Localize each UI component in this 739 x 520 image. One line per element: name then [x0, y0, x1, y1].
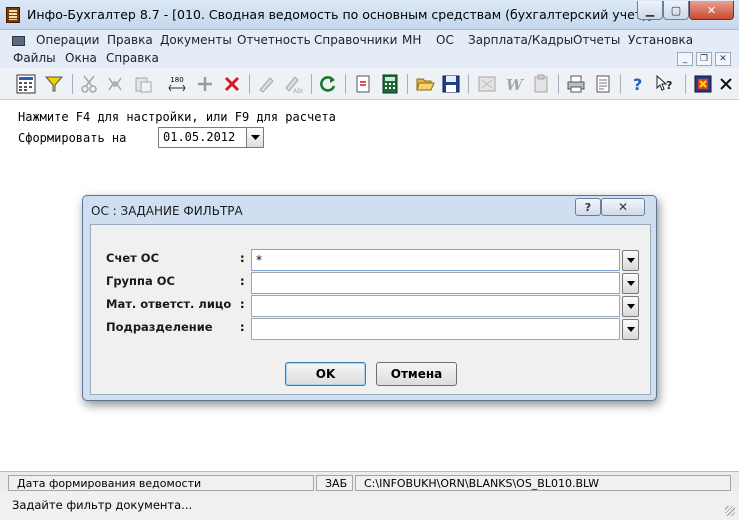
dialog-title: ОС : ЗАДАНИЕ ФИЛЬТРА	[91, 204, 243, 218]
menu-bar: Операции Правка Документы Отчетность Спр…	[0, 30, 739, 50]
folder-open-icon[interactable]	[414, 73, 436, 95]
menu-documents[interactable]: Документы	[160, 33, 232, 47]
dialog-help-button[interactable]: ?	[575, 198, 601, 216]
app-icon[interactable]	[6, 7, 20, 23]
minimize-button[interactable]: ▁	[637, 1, 663, 20]
close-button[interactable]: ✕	[689, 1, 734, 20]
field-colon: :	[240, 274, 245, 288]
cut-icon[interactable]	[78, 73, 100, 95]
menu-references[interactable]: Справочники	[314, 33, 397, 47]
toolbar-separator	[249, 74, 250, 94]
exit-icon[interactable]	[692, 73, 714, 95]
menu-payroll[interactable]: Зарплата/Кадры	[468, 33, 573, 47]
dialog-close-button[interactable]: ✕	[601, 198, 645, 216]
paste-icon[interactable]	[132, 73, 154, 95]
menu-edit[interactable]: Правка	[107, 33, 153, 47]
field-label-group: Группа ОС	[106, 274, 175, 288]
status-mode: ЗАБ	[316, 475, 353, 491]
menu-files[interactable]: Файлы	[13, 51, 56, 65]
field-label-account: Счет ОС	[106, 251, 160, 265]
mdi-close-button[interactable]: ✕	[715, 52, 731, 66]
doc-icon[interactable]	[12, 36, 25, 46]
account-dropdown-button[interactable]	[622, 250, 639, 271]
toolbar-separator	[620, 74, 621, 94]
toolbar-separator	[407, 74, 408, 94]
menu-reporting[interactable]: Отчетность	[237, 33, 311, 47]
dialog-body: Счет ОС : * Группа ОС : Мат. ответст. ли…	[90, 224, 651, 395]
hint-text: Задайте фильтр документа...	[12, 498, 193, 512]
field-label-department: Подразделение	[106, 320, 213, 334]
hint-bar: Задайте фильтр документа...	[0, 491, 739, 520]
svg-text:?: ?	[633, 75, 642, 94]
hint-line: Нажмите F4 для настройки, или F9 для рас…	[18, 110, 336, 124]
print-icon[interactable]	[565, 73, 587, 95]
status-bar: Дата формирования ведомости ЗАБ C:\INFOB…	[0, 471, 739, 491]
filter-icon[interactable]	[43, 73, 65, 95]
add-icon[interactable]	[194, 73, 216, 95]
date-value[interactable]: 01.05.2012	[163, 130, 235, 144]
cancel-button[interactable]: Отмена	[376, 362, 457, 386]
toolbar-separator	[345, 74, 346, 94]
clipboard-icon[interactable]	[530, 73, 552, 95]
field-colon: :	[240, 297, 245, 311]
preview-icon[interactable]	[592, 73, 614, 95]
save-icon[interactable]	[440, 73, 462, 95]
date-label: Сформировать на	[18, 131, 127, 145]
department-dropdown-button[interactable]	[622, 319, 639, 340]
delete-icon[interactable]	[221, 73, 243, 95]
window-title: Инфо-Бухгалтер 8.7 - [010. Сводная ведом…	[27, 7, 652, 22]
pen-abc-icon[interactable]: ABC	[282, 73, 304, 95]
toolbar-separator	[311, 74, 312, 94]
responsible-input[interactable]	[251, 295, 620, 317]
responsible-dropdown-button[interactable]	[622, 296, 639, 317]
mdi-restore-button[interactable]: ❐	[696, 52, 712, 66]
resize-grip-icon[interactable]	[725, 506, 735, 516]
w-icon[interactable]: W	[503, 73, 525, 95]
group-input[interactable]	[251, 272, 620, 294]
whats-this-icon[interactable]: ?	[654, 73, 676, 95]
svg-text:W: W	[506, 76, 524, 94]
date-field[interactable]: 01.05.2012	[158, 127, 264, 148]
menu-help[interactable]: Справка	[106, 51, 159, 65]
toolbar-separator	[558, 74, 559, 94]
toolbar-separator	[468, 74, 469, 94]
refresh-icon[interactable]	[317, 73, 339, 95]
title-bar: Инфо-Бухгалтер 8.7 - [010. Сводная ведом…	[0, 0, 739, 30]
calculator-grid-icon[interactable]	[15, 73, 37, 95]
status-description: Дата формирования ведомости	[8, 475, 314, 491]
number-180-icon[interactable]: 180	[166, 73, 188, 95]
field-label-responsible: Мат. ответст. лицо	[106, 297, 232, 311]
department-input[interactable]	[251, 318, 620, 340]
menu-os[interactable]: ОС	[436, 33, 454, 47]
svg-text:ABC: ABC	[293, 88, 303, 94]
calculator-icon[interactable]	[379, 73, 401, 95]
pen-icon[interactable]	[255, 73, 277, 95]
svg-text:?: ?	[666, 79, 672, 92]
maximize-button[interactable]: ▢	[663, 1, 689, 20]
menu-operations[interactable]: Операции	[36, 33, 99, 47]
status-file-path: C:\INFOBUKH\ORN\BLANKS\OS_BL010.BLW	[355, 475, 731, 491]
toolbar-separator	[72, 74, 73, 94]
copy-icon[interactable]	[104, 73, 126, 95]
document-new-icon[interactable]	[352, 73, 374, 95]
mdi-minimize-button[interactable]: _	[677, 52, 693, 66]
menu-bar-secondary: Файлы Окна Справка _ ❐ ✕	[0, 50, 739, 68]
number-label: 180	[170, 75, 184, 84]
menu-reports[interactable]: Отчеты	[573, 33, 620, 47]
menu-mn[interactable]: МН	[402, 33, 421, 47]
toolbar: 180 ABC W ?	[0, 68, 739, 100]
group-dropdown-button[interactable]	[622, 273, 639, 294]
account-input[interactable]: *	[251, 249, 620, 271]
menu-windows[interactable]: Окна	[65, 51, 97, 65]
close-toolbar-icon[interactable]	[717, 73, 735, 95]
field-colon: :	[240, 320, 245, 334]
menu-settings[interactable]: Установка	[628, 33, 693, 47]
image-icon[interactable]	[476, 73, 498, 95]
filter-dialog: ОС : ЗАДАНИЕ ФИЛЬТРА ? ✕ Счет ОС : * Гру…	[82, 195, 657, 401]
ok-button[interactable]: OK	[285, 362, 366, 386]
field-colon: :	[240, 251, 245, 265]
help-icon[interactable]: ?	[627, 73, 649, 95]
date-dropdown-button[interactable]	[246, 128, 263, 147]
toolbar-separator	[685, 74, 686, 94]
